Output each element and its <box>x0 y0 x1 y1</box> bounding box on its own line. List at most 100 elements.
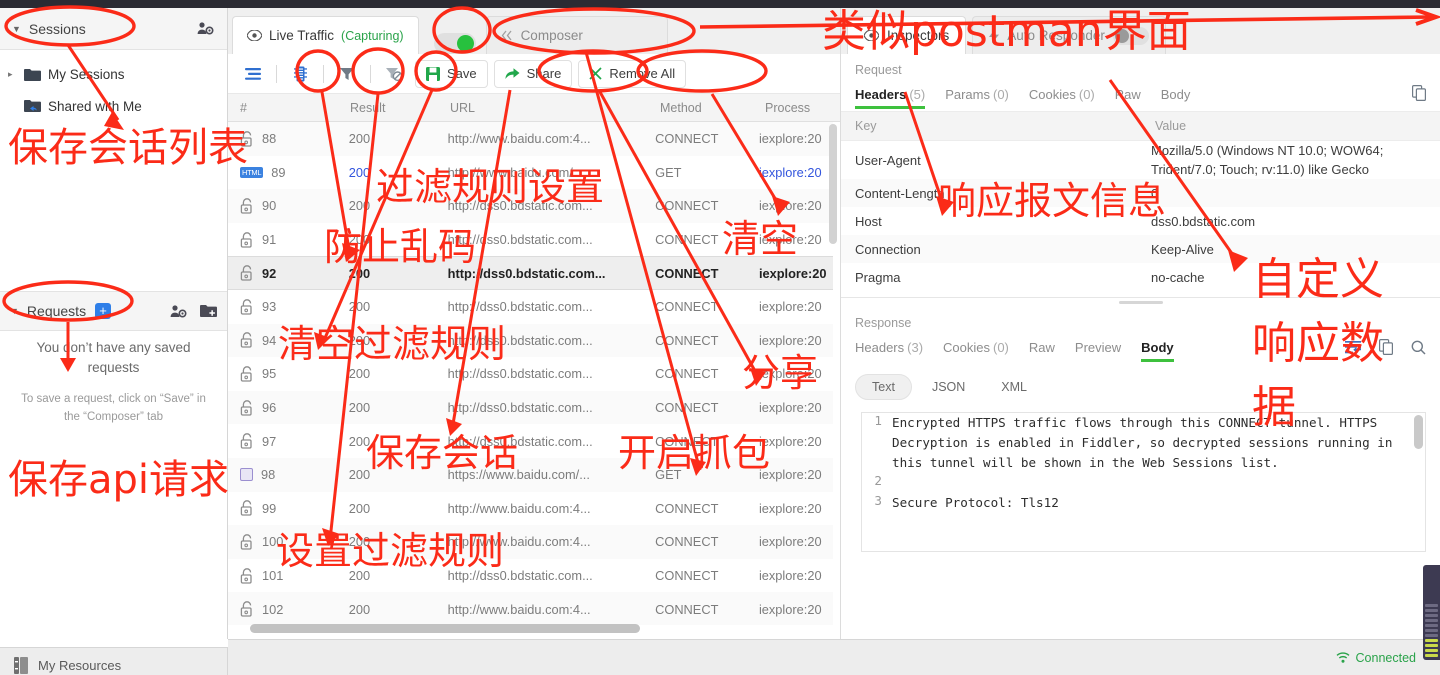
column-header-url[interactable]: URL <box>438 101 648 115</box>
sidebar-item-my-sessions[interactable]: ▸ My Sessions <box>0 58 227 90</box>
subtab-request-headers[interactable]: Headers (5) <box>855 77 926 111</box>
table-row[interactable]: 94 200 http://dss0.bdstatic.com... CONNECT i… <box>228 323 833 358</box>
format-pill-json[interactable]: JSON <box>916 374 981 400</box>
panel-splitter[interactable] <box>841 297 1440 307</box>
cell-method: CONNECT <box>655 131 719 147</box>
scrollbar-thumb[interactable] <box>250 624 640 633</box>
column-header-process[interactable]: Process <box>753 101 840 115</box>
sessions-section-header[interactable]: ▼ Sessions <box>0 8 227 50</box>
search-icon[interactable] <box>1411 340 1426 355</box>
traffic-meter-widget[interactable] <box>1423 565 1440 660</box>
decode-icon[interactable] <box>285 60 315 88</box>
subtab-request-params[interactable]: Params (0) <box>945 77 1009 111</box>
center-panel: Live Traffic (Capturing) Composer Save S… <box>228 8 840 639</box>
people-gear-icon[interactable] <box>197 21 215 36</box>
subtab-response-headers[interactable]: Headers (3) <box>855 330 923 364</box>
table-row[interactable]: 99 200 http://www.baidu.com:4... CONNECT iex… <box>228 492 833 526</box>
header-row[interactable]: Pragma no-cache <box>841 263 1440 291</box>
sessions-vertical-scrollbar[interactable] <box>829 124 837 620</box>
tab-inspectors[interactable]: Inspectors <box>847 16 967 54</box>
cell-process: iexplore:20 <box>758 198 822 214</box>
cell-url: http://dss0.bdstatic.com... <box>447 568 593 584</box>
cell-url: http://dss0.bdstatic.com... <box>447 400 593 416</box>
line-number: 3 <box>874 493 882 508</box>
folder-plus-icon[interactable] <box>200 304 217 318</box>
wrap-lines-icon[interactable] <box>1345 340 1361 354</box>
cell-url: http://dss0.bdstatic.com... <box>447 332 593 348</box>
copy-icon[interactable] <box>1379 339 1393 355</box>
row-number: 101 <box>262 568 284 584</box>
share-arrow-icon <box>505 68 520 79</box>
column-header-value: Value <box>1155 119 1187 133</box>
cell-number: 91 <box>228 231 337 248</box>
response-section-label: Response <box>855 316 912 330</box>
filter-clear-icon[interactable] <box>379 60 409 88</box>
subtab-response-cookies[interactable]: Cookies (0) <box>943 330 1009 364</box>
cell-url: http://www.baidu.com:4... <box>447 500 591 516</box>
cell-number: 88 <box>228 130 337 147</box>
scrollbar-thumb[interactable] <box>829 124 837 244</box>
table-row[interactable]: 100 200 http://www.baidu.com:4... CONNECT ie… <box>228 525 833 559</box>
remove-all-button[interactable]: Remove All <box>578 59 687 88</box>
sessions-row-list[interactable]: 88 200 http://www.baidu.com:4... CONNECT iex… <box>228 122 833 625</box>
table-row[interactable]: 92 200 http://dss0.bdstatic.com... CONNECT i… <box>228 256 833 290</box>
header-row[interactable]: Host dss0.bdstatic.com <box>841 207 1440 235</box>
code-scrollbar-thumb[interactable] <box>1414 415 1423 449</box>
table-row[interactable]: 102 200 http://www.baidu.com:4... CONNECT ie… <box>228 592 833 625</box>
people-gear-icon[interactable] <box>170 304 188 319</box>
header-value: Mozilla/5.0 (Windows NT 10.0; WOW64; Tri… <box>1151 143 1384 177</box>
toggle-knob <box>1114 28 1129 43</box>
list-view-icon[interactable] <box>238 60 268 88</box>
column-header-number[interactable]: # <box>228 101 338 115</box>
subtab-request-raw[interactable]: Raw <box>1115 77 1141 111</box>
table-row[interactable]: 95 200 http://dss0.bdstatic.com... CONNECT i… <box>228 357 833 391</box>
add-request-button[interactable]: + <box>95 303 112 319</box>
requests-section-header[interactable]: ▼ Requests + <box>0 291 227 331</box>
header-row[interactable]: Content-Length 0 <box>841 179 1440 207</box>
sessions-horizontal-scrollbar[interactable] <box>228 624 833 633</box>
cell-process: iexplore:20 <box>758 164 822 180</box>
eye-icon <box>247 30 262 41</box>
tab-live-traffic[interactable]: Live Traffic (Capturing) <box>232 16 419 54</box>
tab-composer[interactable]: Composer <box>485 16 668 54</box>
table-row[interactable]: 91 200 http://dss0.bdstatic.com... CONNECT i… <box>228 223 833 257</box>
chevron-down-icon[interactable]: ▼ <box>10 306 19 316</box>
chevron-right-icon[interactable]: ▸ <box>8 69 24 80</box>
table-row[interactable]: 101 200 http://dss0.bdstatic.com... CONNECT… <box>228 559 833 593</box>
request-copy-button[interactable] <box>1412 84 1427 104</box>
table-row[interactable]: HTML 89 200 http://www.baidu.com/... GET iexp… <box>228 156 833 190</box>
header-row[interactable]: User-Agent Mozilla/5.0 (Windows NT 10.0; … <box>841 141 1440 179</box>
save-button[interactable]: Save <box>415 59 488 88</box>
cell-number: 98 <box>228 467 337 482</box>
lock-icon <box>240 534 252 550</box>
subtab-response-body[interactable]: Body <box>1141 330 1174 364</box>
response-body-code[interactable]: 1 Encrypted HTTPS traffic flows through t… <box>861 412 1426 552</box>
header-key: Content-Length <box>855 185 945 201</box>
capture-toggle[interactable] <box>433 33 476 54</box>
table-row[interactable]: 93 200 http://dss0.bdstatic.com... CONNECT i… <box>228 290 833 324</box>
filter-icon[interactable] <box>332 60 362 88</box>
table-row[interactable]: 97 200 http://dss0.bdstatic.com... CONNECT i… <box>228 424 833 458</box>
subtab-response-raw[interactable]: Raw <box>1029 330 1055 364</box>
sidebar-item-shared-with-me[interactable]: Shared with Me <box>0 90 227 122</box>
subtab-request-cookies[interactable]: Cookies (0) <box>1029 77 1095 111</box>
chevron-down-icon[interactable]: ▼ <box>12 24 21 34</box>
header-row[interactable]: Connection Keep-Alive <box>841 235 1440 263</box>
cell-result: 200 <box>348 500 371 516</box>
table-row[interactable]: 96 200 http://dss0.bdstatic.com... CONNECT i… <box>228 390 833 425</box>
tab-auto-responder[interactable]: Auto Responder <box>972 16 1166 54</box>
format-pill-xml[interactable]: XML <box>985 374 1043 400</box>
share-button[interactable]: Share <box>493 59 573 88</box>
my-resources-button[interactable]: My Resources <box>0 647 228 675</box>
auto-responder-toggle[interactable] <box>1112 26 1149 45</box>
column-header-method[interactable]: Method <box>648 101 753 115</box>
table-row[interactable]: 98 200 https://www.baidu.com/... GET iexplor… <box>228 457 833 492</box>
table-row[interactable]: 90 200 http://dss0.bdstatic.com... CONNECT i… <box>228 189 833 223</box>
table-row[interactable]: 88 200 http://www.baidu.com:4... CONNECT iex… <box>228 122 833 156</box>
subtab-request-body[interactable]: Body <box>1161 77 1191 111</box>
subtab-response-preview[interactable]: Preview <box>1075 330 1121 364</box>
column-header-result[interactable]: Result <box>338 101 438 115</box>
subtab-label: Preview <box>1074 339 1122 355</box>
splitter-grip[interactable] <box>1118 301 1163 304</box>
format-pill-text[interactable]: Text <box>855 374 912 400</box>
